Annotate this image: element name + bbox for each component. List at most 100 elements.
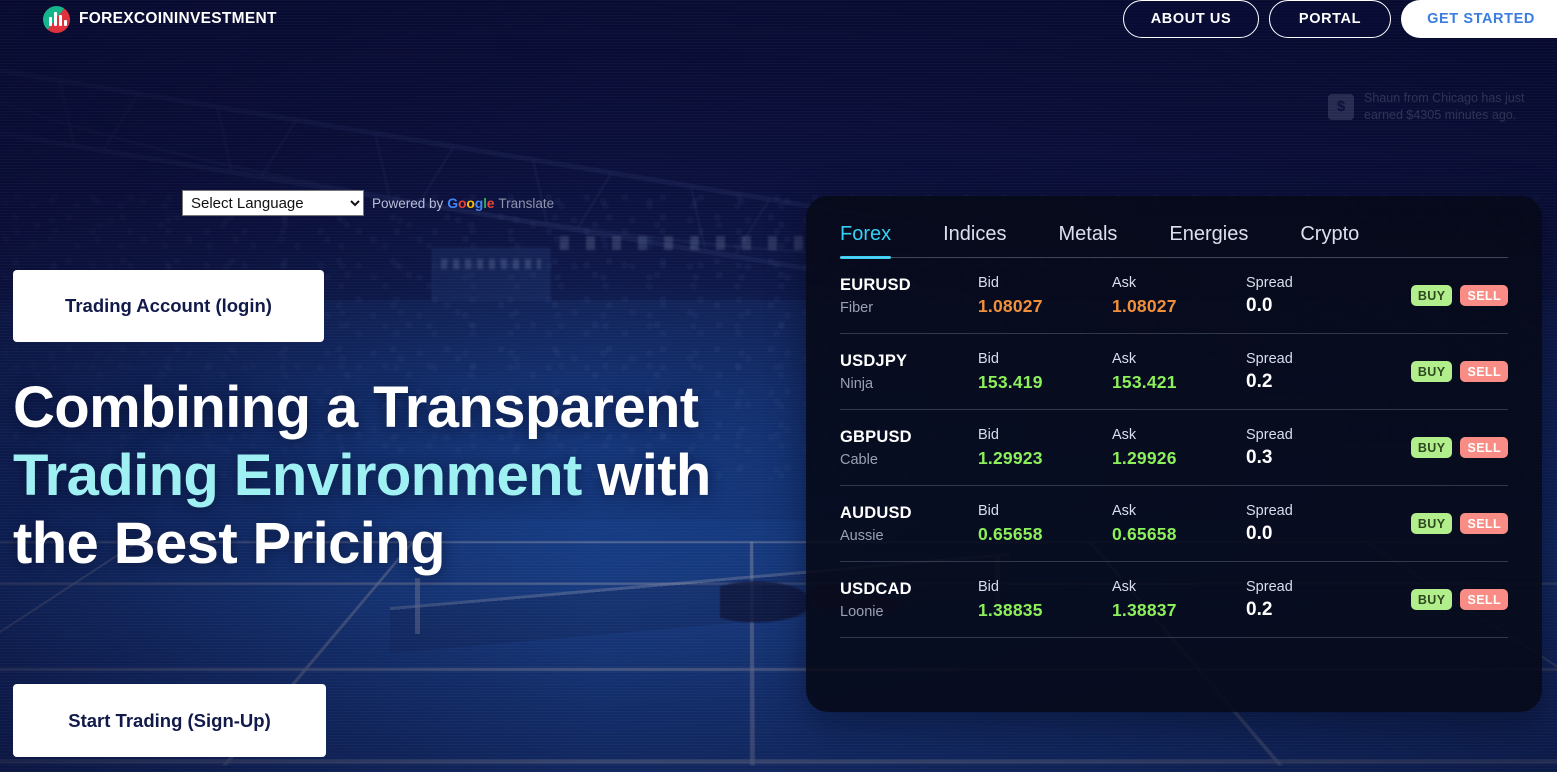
spread-value: 0.0 <box>1246 522 1273 544</box>
bid-cell: Bid 1.08027 <box>978 275 1112 317</box>
ask-value: 0.65658 <box>1112 523 1177 544</box>
bid-cell: Bid 153.419 <box>978 351 1112 393</box>
bid-label: Bid <box>978 578 999 595</box>
ask-label: Ask <box>1112 578 1137 595</box>
bid-label: Bid <box>978 274 999 291</box>
start-trading-signup-button[interactable]: Start Trading (Sign-Up) <box>13 684 326 757</box>
select-language-dropdown[interactable]: Select Language <box>182 190 364 216</box>
spread-label: Spread <box>1246 426 1293 443</box>
spread-cell: Spread 0.3 <box>1246 427 1394 469</box>
nav-get-started[interactable]: GET STARTED <box>1401 0 1557 38</box>
table-row[interactable]: USDJPY Ninja Bid 153.419 Ask 153.421 Spr… <box>840 334 1508 410</box>
spread-value: 0.0 <box>1246 294 1273 316</box>
bid-cell: Bid 1.29923 <box>978 427 1112 469</box>
bid-value: 1.08027 <box>978 295 1043 316</box>
ask-value: 153.421 <box>1112 371 1177 392</box>
nav-portal[interactable]: PORTAL <box>1269 0 1391 38</box>
earnings-toast: $ Shaun from Chicago has just earned $43… <box>1328 90 1554 124</box>
ask-label: Ask <box>1112 350 1137 367</box>
buy-button[interactable]: BUY <box>1410 361 1453 382</box>
ask-value: 1.29926 <box>1112 447 1177 468</box>
row-actions: BUY SELL <box>1410 589 1508 610</box>
coin-dollar-icon: $ <box>1328 93 1354 120</box>
buy-button[interactable]: BUY <box>1410 285 1453 306</box>
bid-cell: Bid 0.65658 <box>978 503 1112 545</box>
spread-label: Spread <box>1246 502 1293 519</box>
tab-metals[interactable]: Metals <box>1059 223 1118 258</box>
sell-button[interactable]: SELL <box>1460 589 1508 610</box>
translate-word: Translate <box>498 195 555 211</box>
spread-value: 0.3 <box>1246 446 1273 468</box>
bid-value: 1.38835 <box>978 599 1043 620</box>
forex-coin-logo-icon <box>43 5 70 33</box>
trading-account-login-button[interactable]: Trading Account (login) <box>13 270 324 342</box>
spread-value: 0.2 <box>1246 598 1273 620</box>
headline-accent-trading: Trading <box>13 442 219 508</box>
ask-value: 1.08027 <box>1112 295 1177 316</box>
tab-indices[interactable]: Indices <box>943 223 1006 258</box>
symbol-cell: EURUSD Fiber <box>840 276 978 316</box>
table-row[interactable]: AUDUSD Aussie Bid 0.65658 Ask 0.65658 Sp… <box>840 486 1508 562</box>
hero-section: Trading Account (login) Combining a Tran… <box>13 270 743 578</box>
live-quotes-panel: Forex Indices Metals Energies Crypto EUR… <box>806 196 1542 712</box>
bid-value: 1.29923 <box>978 447 1043 468</box>
powered-by-text: Powered by <box>372 195 444 211</box>
symbol-code: EURUSD <box>840 275 911 294</box>
table-row[interactable]: USDCAD Loonie Bid 1.38835 Ask 1.38837 Sp… <box>840 562 1508 638</box>
ask-cell: Ask 1.38837 <box>1112 579 1246 621</box>
spread-cell: Spread 0.0 <box>1246 275 1394 317</box>
tab-forex[interactable]: Forex <box>840 223 892 259</box>
page-root: FOREXCOININVESTMENT ABOUT US PORTAL GET … <box>0 0 1557 772</box>
row-actions: BUY SELL <box>1410 285 1508 306</box>
google-translate-widget: Select Language Powered by Google Transl… <box>182 190 554 216</box>
row-actions: BUY SELL <box>1410 513 1508 534</box>
buy-button[interactable]: BUY <box>1410 589 1453 610</box>
table-row[interactable]: GBPUSD Cable Bid 1.29923 Ask 1.29926 Spr… <box>840 410 1508 486</box>
buy-button[interactable]: BUY <box>1410 437 1453 458</box>
nav-about-us[interactable]: ABOUT US <box>1123 0 1259 38</box>
spread-label: Spread <box>1246 578 1293 595</box>
row-actions: BUY SELL <box>1410 361 1508 382</box>
tab-crypto[interactable]: Crypto <box>1300 223 1359 258</box>
spread-label: Spread <box>1246 350 1293 367</box>
spread-cell: Spread 0.2 <box>1246 351 1394 393</box>
headline-line-1: Combining a Transparent <box>13 375 699 440</box>
sell-button[interactable]: SELL <box>1460 361 1508 382</box>
row-actions: BUY SELL <box>1410 437 1508 458</box>
symbol-alias: Aussie <box>840 527 884 544</box>
symbol-code: AUDUSD <box>840 503 912 522</box>
spread-cell: Spread 0.0 <box>1246 503 1394 545</box>
brand-name: FOREXCOININVESTMENT <box>79 10 277 27</box>
sell-button[interactable]: SELL <box>1460 437 1508 458</box>
symbol-alias: Fiber <box>840 299 874 316</box>
google-logo-icon: Google <box>447 195 495 211</box>
tab-energies[interactable]: Energies <box>1169 223 1248 258</box>
ask-label: Ask <box>1112 426 1137 443</box>
asset-class-tabs: Forex Indices Metals Energies Crypto <box>840 196 1508 259</box>
ask-label: Ask <box>1112 502 1137 519</box>
ask-cell: Ask 153.421 <box>1112 351 1246 393</box>
spread-cell: Spread 0.2 <box>1246 579 1394 621</box>
site-header: FOREXCOININVESTMENT ABOUT US PORTAL GET … <box>0 0 1557 38</box>
headline-accent-environment: Environment <box>233 442 582 508</box>
ask-value: 1.38837 <box>1112 599 1177 620</box>
buy-button[interactable]: BUY <box>1410 513 1453 534</box>
symbol-code: USDJPY <box>840 351 908 370</box>
ask-label: Ask <box>1112 274 1137 291</box>
table-row[interactable]: EURUSD Fiber Bid 1.08027 Ask 1.08027 Spr… <box>840 258 1508 334</box>
bid-value: 153.419 <box>978 371 1043 392</box>
symbol-code: USDCAD <box>840 579 912 598</box>
bid-label: Bid <box>978 350 999 367</box>
symbol-alias: Cable <box>840 451 878 468</box>
ask-cell: Ask 1.08027 <box>1112 275 1246 317</box>
ask-cell: Ask 1.29926 <box>1112 427 1246 469</box>
ask-cell: Ask 0.65658 <box>1112 503 1246 545</box>
brand-logo[interactable]: FOREXCOININVESTMENT <box>43 5 277 33</box>
spread-value: 0.2 <box>1246 370 1273 392</box>
sell-button[interactable]: SELL <box>1460 285 1508 306</box>
bid-label: Bid <box>978 426 999 443</box>
symbol-alias: Ninja <box>840 375 874 392</box>
earnings-toast-text: Shaun from Chicago has just earned $4305… <box>1364 91 1525 122</box>
sell-button[interactable]: SELL <box>1460 513 1508 534</box>
symbol-cell: AUDUSD Aussie <box>840 504 978 544</box>
